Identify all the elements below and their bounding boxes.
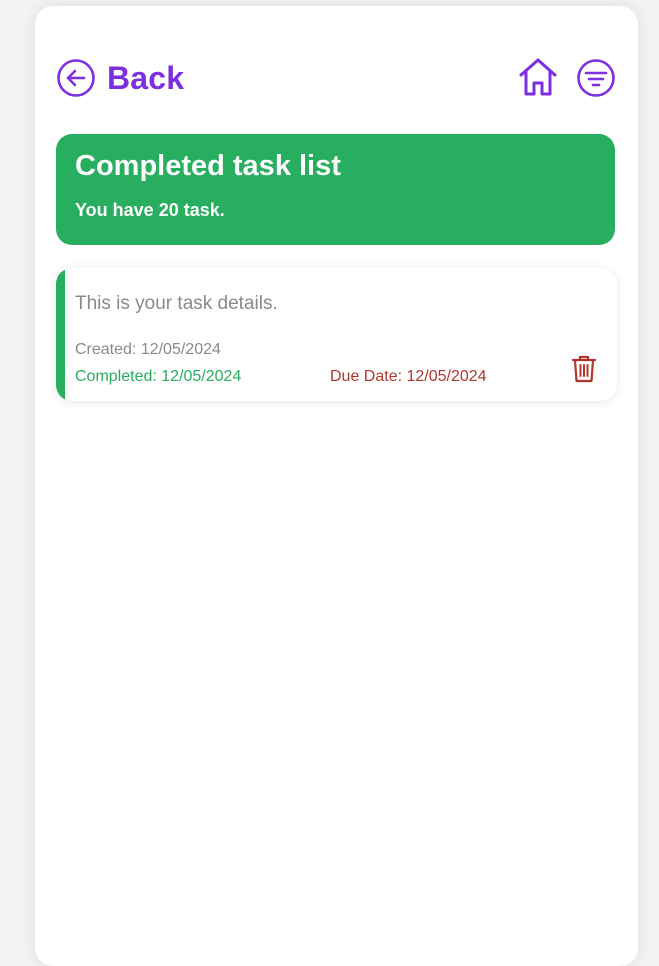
- back-label: Back: [107, 59, 185, 96]
- task-count-text: You have 20 task.: [75, 200, 225, 220]
- page-title: Completed task list: [75, 150, 341, 182]
- back-button[interactable]: Back: [56, 56, 184, 100]
- filter-icon[interactable]: [576, 58, 616, 98]
- task-due-date: Due Date: 12/05/2024: [330, 368, 487, 385]
- summary-banner: Completed task list You have 20 task.: [56, 134, 615, 245]
- header-bar: Back: [56, 56, 616, 100]
- task-created-date: Created: 12/05/2024: [75, 341, 221, 358]
- task-card[interactable]: This is your task details. Created: 12/0…: [56, 268, 617, 401]
- status-accent-bar: [56, 268, 65, 401]
- trash-icon[interactable]: [570, 354, 598, 384]
- task-details: This is your task details.: [75, 293, 278, 314]
- arrow-left-circle-icon: [57, 59, 95, 97]
- home-icon[interactable]: [516, 55, 560, 99]
- app-screen: Back Completed task list You have 20 tas…: [35, 6, 638, 966]
- task-completed-date: Completed: 12/05/2024: [75, 368, 242, 385]
